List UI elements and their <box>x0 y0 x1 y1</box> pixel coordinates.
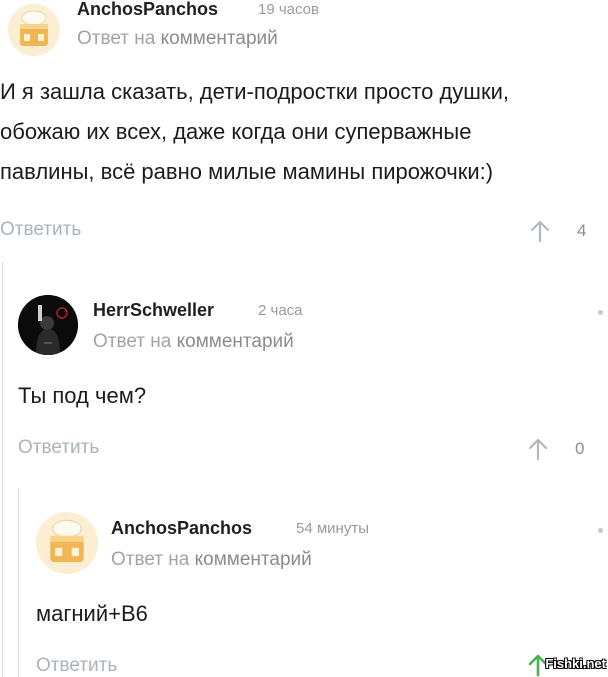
cake-avatar-icon <box>36 512 98 574</box>
thread-line-level-2 <box>18 488 19 677</box>
comment-username[interactable]: AnchosPanchos <box>111 518 252 539</box>
upvote-arrow-icon[interactable] <box>530 219 550 243</box>
comment-text: И я зашла сказать, дети-подростки просто… <box>0 72 509 192</box>
reply-to-prefix: Ответ на <box>77 28 161 49</box>
comment-text-line: И я зашла сказать, дети-подростки просто… <box>0 79 509 104</box>
comment-text-line: павлины, всё равно милые мамины пирожочк… <box>0 159 494 184</box>
more-options-icon[interactable] <box>598 528 603 533</box>
reply-to-prefix: Ответ на <box>93 331 177 352</box>
cake-avatar-icon <box>8 4 60 56</box>
reply-to-comment-link[interactable]: комментарий <box>195 549 312 570</box>
upvote-arrow-icon[interactable] <box>528 437 548 461</box>
comment-time: 2 часа <box>258 302 303 319</box>
comment-username[interactable]: AnchosPanchos <box>77 0 218 20</box>
watermark: Fishki.net <box>545 656 606 671</box>
comment-text: Ты под чем? <box>18 376 146 416</box>
reply-button[interactable]: Ответить <box>18 437 99 459</box>
comment-time: 19 часов <box>258 1 319 18</box>
reply-to-comment-link[interactable]: комментарий <box>177 331 294 352</box>
comment-time: 54 минуты <box>296 520 369 537</box>
comment-username[interactable]: HerrSchweller <box>93 300 214 321</box>
reply-to-line: Ответ на комментарий <box>111 549 312 571</box>
reply-button[interactable]: Ответить <box>0 219 81 241</box>
more-options-icon[interactable] <box>598 310 603 315</box>
avatar[interactable] <box>18 295 78 355</box>
hooded-figure-avatar-icon <box>18 295 78 355</box>
reply-to-line: Ответ на комментарий <box>93 331 294 353</box>
reply-to-prefix: Ответ на <box>111 549 195 570</box>
thread-line-level-1 <box>2 262 3 677</box>
comment-text-line: Ты под чем? <box>18 383 147 408</box>
comment-text-line: магний+В6 <box>36 601 148 626</box>
comment-text-line: обожаю их всех, даже когда они суперважн… <box>0 119 472 144</box>
reply-to-line: Ответ на комментарий <box>77 28 278 50</box>
reply-to-comment-link[interactable]: комментарий <box>161 28 278 49</box>
vote-count: 4 <box>577 221 587 240</box>
vote-count: 0 <box>575 439 585 458</box>
avatar[interactable] <box>36 512 98 574</box>
comment-text: магний+В6 <box>36 594 148 634</box>
reply-button[interactable]: Ответить <box>36 655 117 677</box>
avatar[interactable] <box>8 4 60 56</box>
